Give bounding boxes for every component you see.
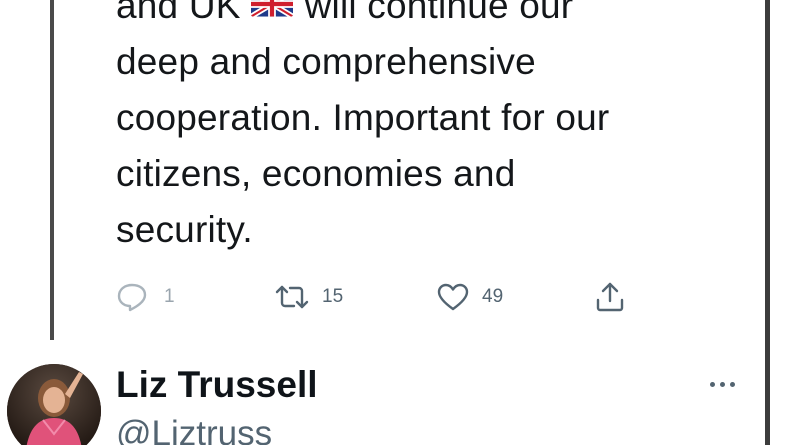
avatar-photo — [7, 364, 101, 445]
tweet-text-line: and UK will continue our — [116, 0, 756, 34]
like-count: 49 — [482, 286, 504, 307]
more-dot — [729, 381, 735, 387]
more-dot — [719, 381, 725, 387]
retweet-icon — [275, 285, 309, 309]
tweet-text-line: security. — [116, 209, 253, 250]
reply-count: 1 — [164, 286, 175, 307]
tweet-screenshot: and UK will continue our deep and compre… — [0, 0, 800, 445]
tweet-actions: 1 15 49 — [116, 280, 646, 314]
reply-icon — [117, 283, 147, 312]
more-dot — [709, 381, 715, 387]
tweet-text: and UK will continue our deep and compre… — [116, 0, 756, 258]
author-handle[interactable]: @Liztruss — [116, 414, 272, 445]
heart-icon — [437, 283, 469, 311]
retweet-count: 15 — [322, 286, 344, 307]
share-icon — [596, 282, 624, 312]
author-display-name[interactable]: Liz Trussell — [116, 364, 318, 406]
tweet-text-segment: and UK — [116, 0, 241, 26]
retweet-button[interactable]: 15 — [274, 280, 343, 314]
tweet-text-line: cooperation. Important for our — [116, 97, 610, 138]
reply-button[interactable]: 1 — [116, 280, 175, 314]
author-row: Liz Trussell @Liztruss — [0, 350, 780, 445]
avatar[interactable] — [7, 364, 101, 445]
tweet-text-segment: will continue our — [304, 0, 574, 26]
thread-line — [50, 0, 54, 340]
like-button[interactable]: 49 — [436, 280, 503, 314]
tweet-text-line: citizens, economies and — [116, 153, 516, 194]
uk-flag-icon — [250, 0, 293, 17]
share-button[interactable] — [594, 280, 626, 314]
frame-margin — [778, 0, 800, 445]
tweet-text-line: deep and comprehensive — [116, 41, 536, 82]
more-options-button[interactable] — [702, 374, 742, 394]
